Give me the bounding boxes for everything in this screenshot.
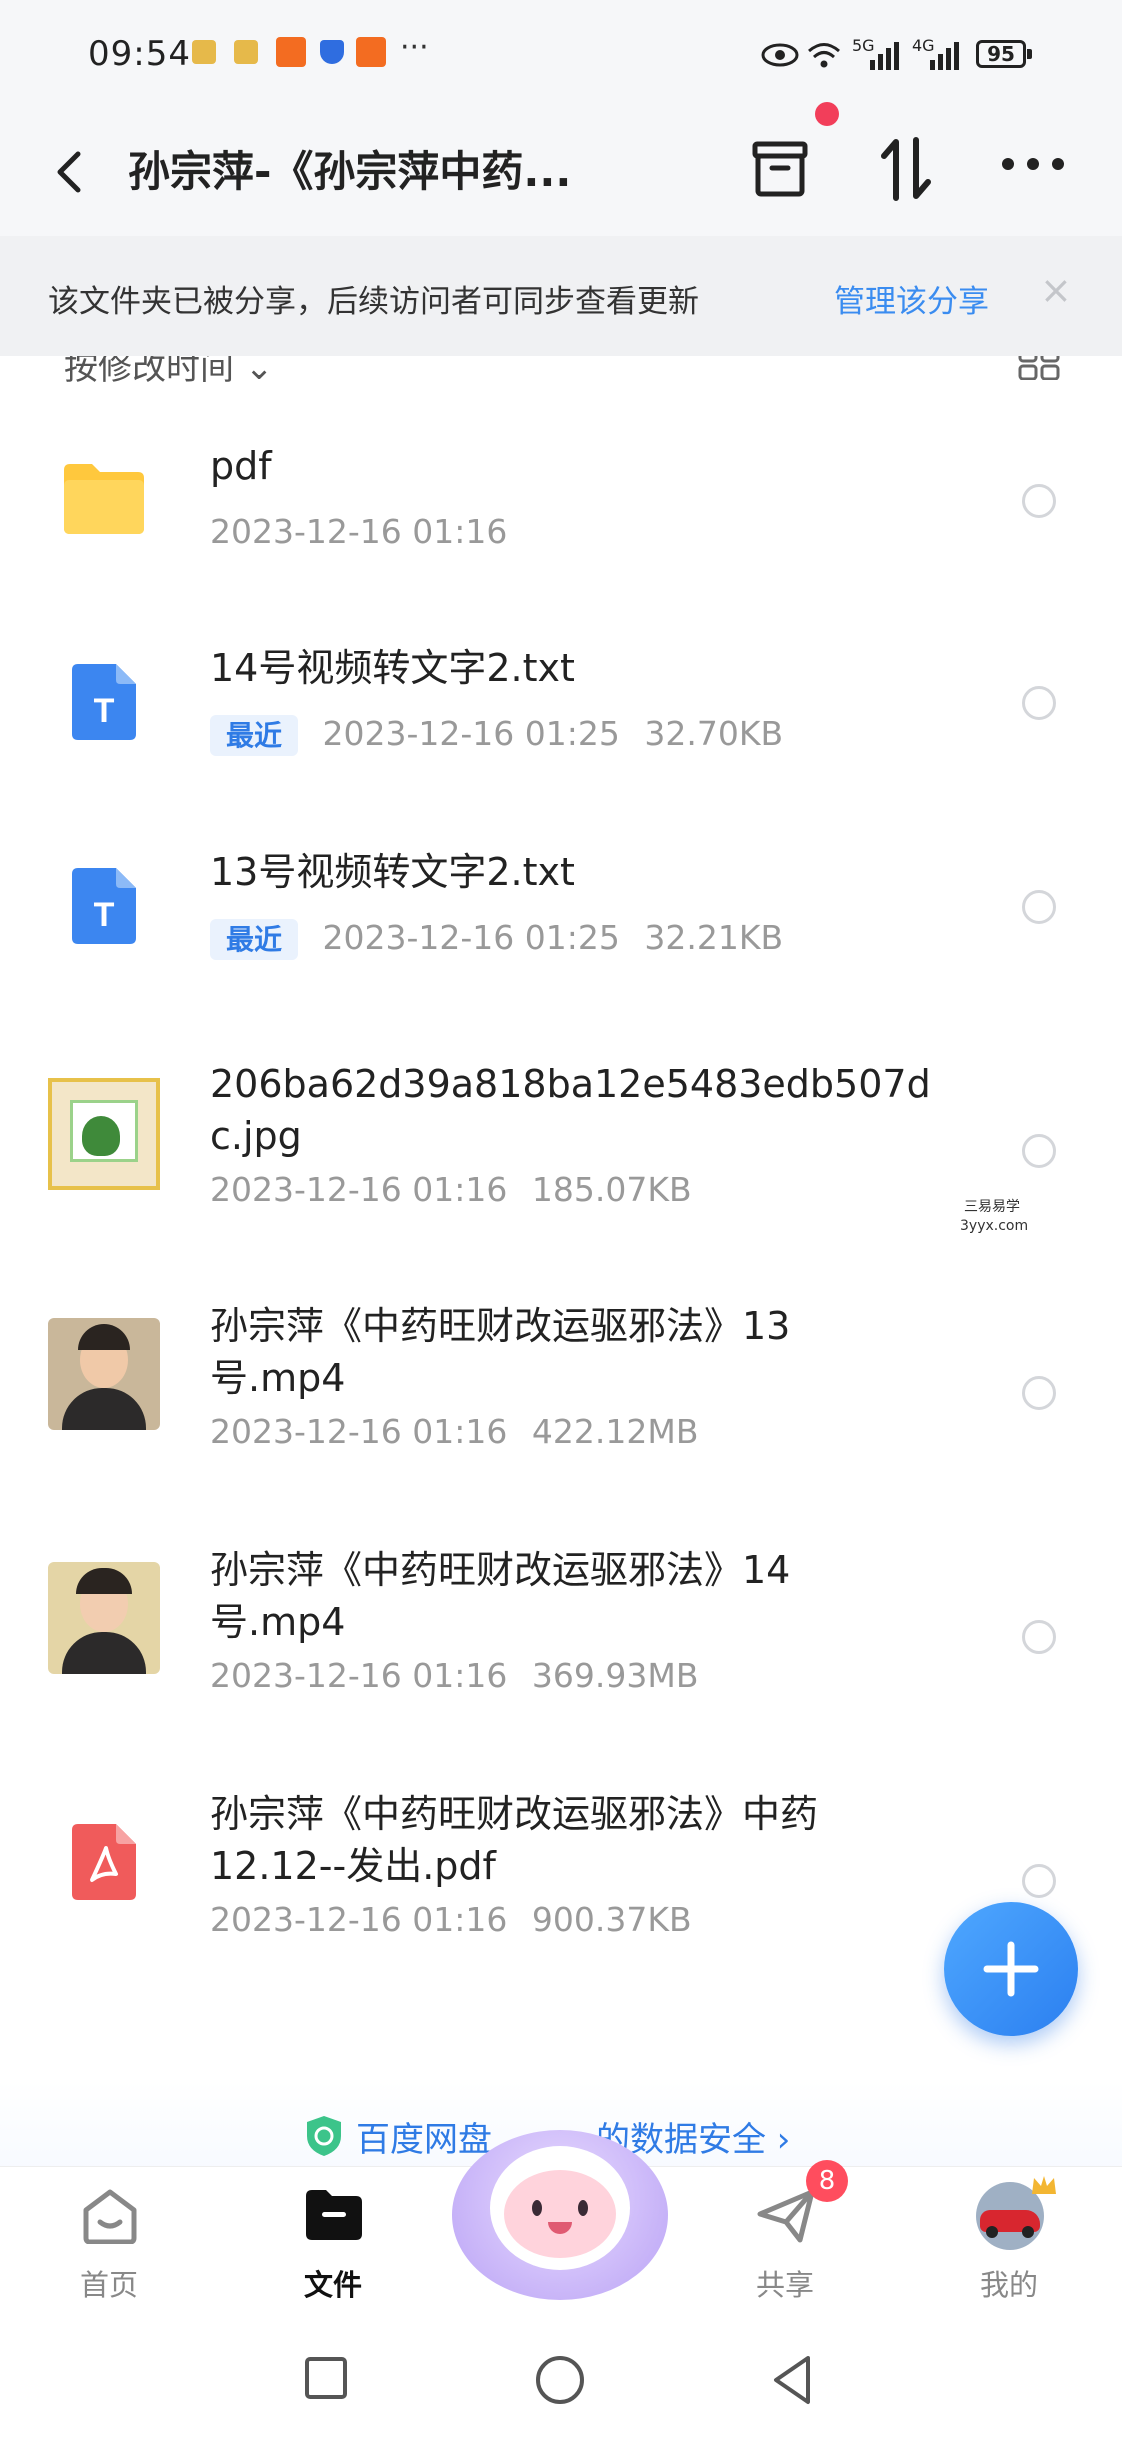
recent-badge: 最近 [210,715,299,756]
video-thumbnail [48,1318,160,1430]
watermark-line2: 3yyx.com [960,1218,1029,1234]
eye-icon [761,43,799,67]
nav-me[interactable]: 我的 [960,2176,1060,2306]
crown-icon [1032,2176,1056,2194]
image-thumbnail [48,1078,160,1190]
page-title: 孙宗萍-《孙宗萍中药... [128,147,572,196]
select-checkbox[interactable] [1022,1620,1056,1654]
file-name: pdf [210,444,272,488]
nav-label: 共享 [756,2268,815,2302]
file-meta: 2023-12-16 01:16 [210,512,507,551]
home-icon [83,2189,137,2244]
file-date: 2023-12-16 01:25 [322,714,620,753]
video-thumbnail [48,1562,160,1674]
file-name: 孙宗萍《中药旺财改运驱邪法》14号.mp4 [210,1548,791,1644]
file-meta: 2023-12-16 01:16 369.93MB [210,1656,698,1695]
notification-icon [192,40,216,64]
nav-files[interactable]: 文件 [284,2176,384,2306]
mascot-icon[interactable] [452,2110,668,2310]
close-icon[interactable]: × [1040,268,1072,312]
recent-apps-icon[interactable] [304,2356,348,2400]
watermark-line1: 三易易学 [964,1199,1020,1215]
system-navigation-bar [0,2316,1122,2442]
file-name: 孙宗萍《中药旺财改运驱邪法》中药12.12--发出.pdf [210,1792,819,1888]
more-options-icon[interactable] [1000,156,1066,172]
app-notification-icon [356,37,386,67]
file-size: 369.93MB [531,1656,699,1695]
svg-text:T: T [94,692,115,730]
file-size: 32.21KB [644,918,784,957]
more-notifications: ··· [400,30,429,65]
file-date: 2023-12-16 01:16 [210,1900,508,1939]
file-size: 32.70KB [644,714,784,753]
select-checkbox[interactable] [1022,484,1056,518]
shield-icon [307,2116,341,2156]
list-item[interactable]: 孙宗萍《中药旺财改运驱邪法》13号.mp4 2023-12-16 01:16 4… [0,1282,1122,1502]
shield-notification-icon [320,40,344,64]
txt-file-icon: T [72,868,136,944]
battery-indicator: 95 [976,40,1032,68]
select-checkbox[interactable] [1022,890,1056,924]
file-date: 2023-12-16 01:16 [210,1170,508,1209]
file-date: 2023-12-16 01:16 [210,1656,508,1695]
file-meta: 最近 2023-12-16 01:25 32.21KB [210,918,784,960]
recent-badge: 最近 [210,919,299,960]
back-button-icon[interactable] [770,2354,814,2406]
file-name: 13号视频转文字2.txt [210,850,575,894]
home-button-icon[interactable] [534,2354,586,2406]
wifi-icon [808,43,840,68]
nav-label: 首页 [80,2268,139,2302]
add-button[interactable] [944,1902,1078,2036]
transfer-arrows-icon[interactable] [878,136,934,202]
signal-icon [930,42,959,70]
file-date: 2023-12-16 01:16 [210,1412,508,1451]
file-meta: 最近 2023-12-16 01:25 32.70KB [210,714,784,756]
file-date: 2023-12-16 01:25 [322,918,620,957]
share-icon [757,2189,815,2243]
list-item[interactable]: pdf 2023-12-16 01:16 [0,420,1122,600]
status-time: 09:54 [88,34,191,74]
file-meta: 2023-12-16 01:16 422.12MB [210,1412,698,1451]
select-checkbox[interactable] [1022,686,1056,720]
notification-dot [815,102,839,126]
folder-icon [64,464,144,534]
file-size: 185.07KB [531,1170,692,1209]
title-bar: 孙宗萍-《孙宗萍中药... [0,102,1122,236]
file-name: 孙宗萍《中药旺财改运驱邪法》13号.mp4 [210,1304,791,1400]
file-meta: 2023-12-16 01:16 900.37KB [210,1900,692,1939]
share-notice-banner: 该文件夹已被分享，后续访问者可同步查看更新 管理该分享 × [0,236,1122,356]
archive-box-icon[interactable] [750,138,810,200]
file-name: 14号视频转文字2.txt [210,646,575,690]
manage-share-link[interactable]: 管理该分享 [834,276,989,321]
signal-icon [870,42,899,70]
status-bar: 09:54 ··· 5G 4G 95 [0,0,1122,110]
watermark: 三易易学 3yyx.com [876,1196,1116,1244]
select-checkbox[interactable] [1022,1864,1056,1898]
file-meta: 2023-12-16 01:16 185.07KB [210,1170,692,1209]
nav-label: 文件 [304,2268,363,2302]
select-checkbox[interactable] [1022,1376,1056,1410]
list-item[interactable]: 孙宗萍《中药旺财改运驱邪法》14号.mp4 2023-12-16 01:16 3… [0,1526,1122,1746]
share-notice-text: 该文件夹已被分享，后续访问者可同步查看更新 [48,284,699,320]
nav-home[interactable]: 首页 [60,2176,160,2306]
file-size: 900.37KB [531,1900,692,1939]
file-size: 422.12MB [531,1412,699,1451]
file-date: 2023-12-16 01:16 [210,512,508,551]
list-item[interactable]: T 13号视频转文字2.txt 最近 2023-12-16 01:25 32.2… [0,826,1122,1006]
folder-icon [306,2190,362,2240]
notification-icon [234,40,258,64]
share-badge: 8 [806,2160,848,2202]
select-checkbox[interactable] [1022,1134,1056,1168]
txt-file-icon: T [72,664,136,740]
pdf-file-icon [72,1824,136,1900]
list-item[interactable]: T 14号视频转文字2.txt 最近 2023-12-16 01:25 32.7… [0,622,1122,802]
nav-label: 我的 [980,2268,1039,2302]
back-arrow-icon[interactable] [52,148,86,196]
plus-icon [983,1941,1039,1997]
svg-text:T: T [94,896,115,934]
app-notification-icon [276,37,306,67]
file-name: 206ba62d39a818ba12e5483edb507dc.jpg [210,1062,931,1158]
